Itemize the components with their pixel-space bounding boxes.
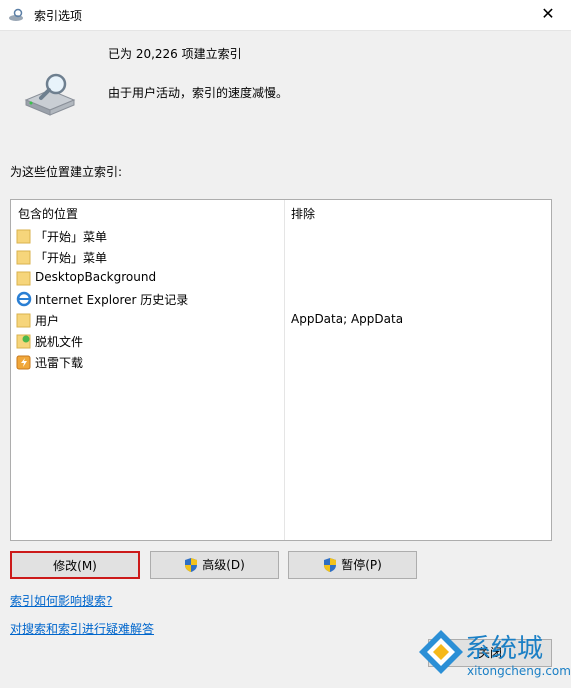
folder-icon	[16, 313, 31, 328]
close-window-button[interactable]: ✕	[525, 0, 571, 30]
thunder-download-icon	[16, 355, 31, 370]
diamond-logo-icon	[419, 630, 463, 674]
list-item[interactable]: 用户 AppData; AppData	[16, 310, 546, 330]
watermark-url: xitongcheng.com	[467, 664, 571, 678]
troubleshoot-search-link[interactable]: 对搜索和索引进行疑难解答	[10, 620, 154, 637]
folder-icon	[16, 229, 31, 244]
modify-button[interactable]: 修改(M)	[10, 551, 140, 579]
index-speed-status: 由于用户活动，索引的速度减慢。	[108, 86, 289, 100]
uac-shield-icon	[324, 558, 337, 572]
close-icon: ✕	[541, 4, 555, 23]
how-indexing-affects-search-link[interactable]: 索引如何影响搜索?	[10, 592, 112, 609]
indexed-count-text: 已为 20,226 项建立索引	[108, 47, 242, 61]
indexing-drive-icon	[24, 73, 76, 116]
folder-icon	[16, 271, 31, 286]
list-item[interactable]: 「开始」菜单	[16, 247, 546, 267]
list-item[interactable]: 迅雷下载	[16, 352, 546, 372]
column-header-excluded[interactable]: 排除	[291, 205, 315, 222]
folder-icon	[16, 250, 31, 265]
internet-explorer-icon	[16, 291, 32, 307]
pause-button[interactable]: 暂停(P)	[288, 551, 417, 579]
advanced-button[interactable]: 高级(D)	[150, 551, 279, 579]
watermark-brand: 系统城	[465, 634, 544, 664]
offline-files-icon	[16, 334, 31, 349]
watermark-logo: 系统城 xitongcheng.com	[415, 624, 571, 684]
column-header-included[interactable]: 包含的位置	[18, 205, 78, 222]
window-title: 索引选项	[34, 9, 83, 23]
list-item[interactable]: Internet Explorer 历史记录	[16, 289, 546, 309]
list-item[interactable]: DesktopBackground	[16, 268, 546, 288]
locations-label: 为这些位置建立索引:	[10, 165, 123, 179]
indexing-options-icon	[9, 8, 23, 21]
indexed-locations-list[interactable]: 包含的位置 排除 「开始」菜单 「开始」菜单 DesktopBackground…	[10, 199, 552, 541]
list-item[interactable]: 脱机文件	[16, 331, 546, 351]
title-bar: 索引选项 ✕	[0, 0, 571, 31]
list-item[interactable]: 「开始」菜单	[16, 226, 546, 246]
uac-shield-icon	[185, 558, 198, 572]
